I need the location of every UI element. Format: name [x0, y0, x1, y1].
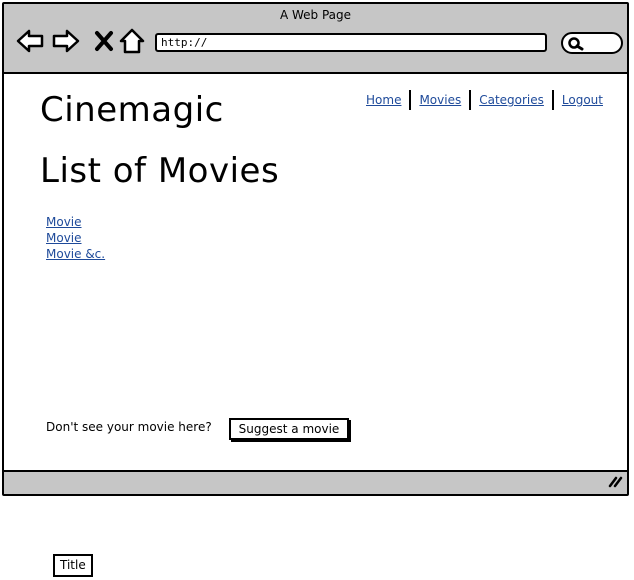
title-annotation: Title	[53, 554, 93, 577]
movie-list: Movie Movie Movie &c.	[46, 214, 105, 262]
home-icon	[119, 28, 145, 54]
nav-link-movies[interactable]: Movies	[411, 93, 469, 107]
search-icon	[568, 36, 584, 55]
movie-link[interactable]: Movie	[46, 214, 105, 230]
movie-link[interactable]: Movie &c.	[46, 246, 105, 262]
browser-toolbar: A Web Page http://	[4, 4, 627, 74]
suggest-prompt: Don't see your movie here?	[46, 420, 212, 434]
window-title: A Web Page	[279, 8, 352, 22]
browser-window: A Web Page http:// Cinemagic Home Movies…	[2, 2, 629, 496]
close-icon	[95, 31, 113, 51]
top-navigation: Home Movies Categories Logout	[358, 90, 611, 110]
back-arrow-icon	[16, 29, 44, 53]
back-button[interactable]	[16, 28, 44, 54]
site-brand: Cinemagic	[40, 90, 224, 130]
nav-link-home[interactable]: Home	[358, 93, 409, 107]
nav-link-categories[interactable]: Categories	[471, 93, 552, 107]
status-bar	[4, 470, 627, 494]
page-content: Cinemagic Home Movies Categories Logout …	[4, 74, 627, 472]
forward-arrow-icon	[52, 29, 80, 53]
url-input[interactable]: http://	[155, 33, 547, 52]
suggest-movie-button[interactable]: Suggest a movie	[229, 418, 349, 440]
movie-link[interactable]: Movie	[46, 230, 105, 246]
nav-link-logout[interactable]: Logout	[554, 93, 611, 107]
forward-button[interactable]	[52, 28, 80, 54]
search-input[interactable]	[561, 32, 623, 54]
stage: A Web Page http:// Cinemagic Home Movies…	[0, 0, 634, 580]
page-title: List of Movies	[40, 151, 280, 191]
home-button[interactable]	[118, 28, 146, 54]
resize-grip-icon[interactable]	[607, 473, 623, 492]
stop-button[interactable]	[90, 28, 118, 54]
